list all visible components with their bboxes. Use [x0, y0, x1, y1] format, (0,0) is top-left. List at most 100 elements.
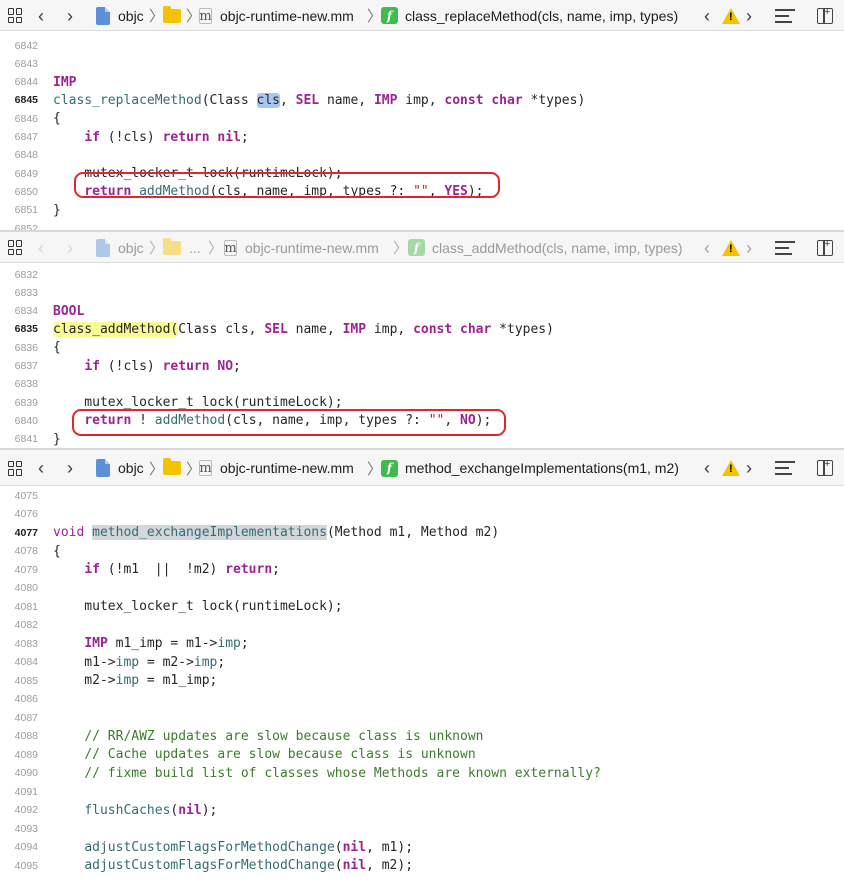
code-line[interactable]: 6844 IMP [0, 73, 844, 92]
next-issue-button[interactable]: › [746, 450, 752, 486]
line-code[interactable]: { [53, 544, 61, 559]
line-number[interactable]: 6847 [0, 131, 38, 143]
line-code[interactable]: class_addMethod(Class cls, SEL name, IMP… [53, 321, 554, 337]
forward-button[interactable]: › [67, 0, 73, 31]
line-code[interactable]: adjustCustomFlagsForMethodChange(nil, m2… [53, 858, 413, 873]
code-line[interactable]: 4085 m2->imp = m1_imp; [0, 671, 844, 690]
breadcrumb-project[interactable]: objc [96, 450, 144, 486]
issues-button[interactable]: ! [722, 450, 740, 486]
minimap-button[interactable] [775, 450, 795, 486]
code-line[interactable]: 6837 if (!cls) return NO; [0, 357, 844, 376]
line-code[interactable]: flushCaches(nil); [53, 803, 217, 818]
line-code[interactable]: adjustCustomFlagsForMethodChange(nil, m1… [53, 840, 413, 855]
breadcrumb-file[interactable]: m objc-runtime-new.mm [199, 0, 354, 31]
code-line[interactable]: 4093 [0, 819, 844, 838]
code-line[interactable]: 4095 adjustCustomFlagsForMethodChange(ni… [0, 856, 844, 875]
back-button[interactable]: ‹ [38, 450, 44, 486]
code-line[interactable]: 4084 m1->imp = m2->imp; [0, 653, 844, 672]
line-number[interactable]: 6846 [0, 113, 38, 125]
related-items-button[interactable] [8, 0, 23, 31]
code-line[interactable]: 6832 [0, 265, 844, 284]
line-code[interactable]: class_replaceMethod(Class cls, SEL name,… [53, 92, 585, 108]
line-number[interactable]: 6848 [0, 149, 38, 161]
code-line[interactable]: 6843 [0, 54, 844, 73]
line-number[interactable]: 4086 [0, 693, 38, 705]
code-line[interactable]: 4094 adjustCustomFlagsForMethodChange(ni… [0, 838, 844, 857]
related-items-button[interactable] [8, 232, 23, 263]
code-line[interactable]: 4092 flushCaches(nil); [0, 801, 844, 820]
line-number[interactable]: 6844 [0, 76, 38, 88]
breadcrumb-project[interactable]: objc [96, 232, 144, 263]
back-button[interactable]: ‹ [38, 232, 44, 263]
line-number[interactable]: 6849 [0, 168, 38, 180]
code-line[interactable]: 4087 [0, 708, 844, 727]
code-line[interactable]: 4083 IMP m1_imp = m1->imp; [0, 634, 844, 653]
breadcrumb-folder[interactable] [163, 0, 181, 31]
line-code[interactable]: if (!cls) return NO; [53, 359, 241, 374]
line-number[interactable]: 4092 [0, 804, 38, 816]
split-editor-button[interactable] [817, 232, 833, 263]
related-items-button[interactable] [8, 450, 23, 486]
previous-issue-button[interactable]: ‹ [704, 0, 710, 31]
line-code[interactable]: } [53, 432, 61, 447]
line-number[interactable]: 6841 [0, 433, 38, 445]
line-number[interactable]: 4094 [0, 841, 38, 853]
line-number[interactable]: 4089 [0, 749, 38, 761]
line-number[interactable]: 6843 [0, 58, 38, 70]
code-line[interactable]: 6834 BOOL [0, 302, 844, 321]
code-line[interactable]: 6842 [0, 36, 844, 55]
breadcrumb-folder[interactable] [163, 450, 181, 486]
line-code[interactable]: IMP m1_imp = m1->imp; [53, 636, 248, 651]
back-button[interactable]: ‹ [38, 0, 44, 31]
code-line[interactable]: 6835 class_addMethod(Class cls, SEL name,… [0, 320, 844, 339]
previous-issue-button[interactable]: ‹ [704, 450, 710, 486]
line-code[interactable]: // Cache updates are slow because class … [53, 747, 475, 762]
line-code[interactable]: if (!cls) return nil; [53, 130, 248, 145]
line-number[interactable]: 6838 [0, 378, 38, 390]
code-line[interactable]: 6836 { [0, 338, 844, 357]
code-line[interactable]: 4079 if (!m1 || !m2) return; [0, 560, 844, 579]
line-number[interactable]: 4083 [0, 638, 38, 650]
line-code[interactable]: BOOL [53, 304, 84, 319]
code-line[interactable]: 4086 [0, 690, 844, 709]
line-code[interactable]: // RR/AWZ updates are slow because class… [53, 729, 483, 744]
next-issue-button[interactable]: › [746, 232, 752, 263]
line-number[interactable]: 6851 [0, 204, 38, 216]
line-code[interactable]: // fixme build list of classes whose Met… [53, 766, 601, 781]
line-number[interactable]: 4080 [0, 582, 38, 594]
line-code[interactable]: IMP [53, 75, 76, 90]
breadcrumb-symbol[interactable]: f class_replaceMethod(cls, name, imp, typ… [381, 0, 678, 31]
line-number[interactable]: 4093 [0, 823, 38, 835]
forward-button[interactable]: › [67, 232, 73, 263]
previous-issue-button[interactable]: ‹ [704, 232, 710, 263]
minimap-button[interactable] [775, 0, 795, 31]
line-number[interactable]: 4088 [0, 730, 38, 742]
breadcrumb-symbol[interactable]: f class_addMethod(cls, name, imp, types) [408, 232, 683, 263]
line-code[interactable]: mutex_locker_t lock(runtimeLock); [53, 599, 342, 614]
forward-button[interactable]: › [67, 450, 73, 486]
line-number[interactable]: 4090 [0, 767, 38, 779]
line-number[interactable]: 4076 [0, 508, 38, 520]
code-line[interactable]: 4075 [0, 486, 844, 505]
code-line[interactable]: 4090 // fixme build list of classes whos… [0, 764, 844, 783]
line-code[interactable]: { [53, 111, 61, 126]
line-number[interactable]: 6842 [0, 40, 38, 52]
line-number[interactable]: 4095 [0, 860, 38, 872]
code-line[interactable]: 6833 [0, 283, 844, 302]
line-number[interactable]: 6839 [0, 397, 38, 409]
code-line[interactable]: 6838 [0, 375, 844, 394]
code-line[interactable]: 4077 void method_exchangeImplementations(… [0, 523, 844, 542]
line-number[interactable]: 6832 [0, 269, 38, 281]
line-number[interactable]: 4082 [0, 619, 38, 631]
split-editor-button[interactable] [817, 0, 833, 31]
code-line[interactable]: 4076 [0, 505, 844, 524]
line-number[interactable]: 6845 [0, 94, 38, 106]
line-number[interactable]: 4078 [0, 545, 38, 557]
code-line[interactable]: 4081 mutex_locker_t lock(runtimeLock); [0, 597, 844, 616]
breadcrumb-folder[interactable]: ... [163, 232, 201, 263]
line-code[interactable]: { [53, 340, 61, 355]
code-line[interactable]: 4080 [0, 579, 844, 598]
line-number[interactable]: 4081 [0, 601, 38, 613]
code-line[interactable]: 4088 // RR/AWZ updates are slow because … [0, 727, 844, 746]
line-number[interactable]: 6850 [0, 186, 38, 198]
